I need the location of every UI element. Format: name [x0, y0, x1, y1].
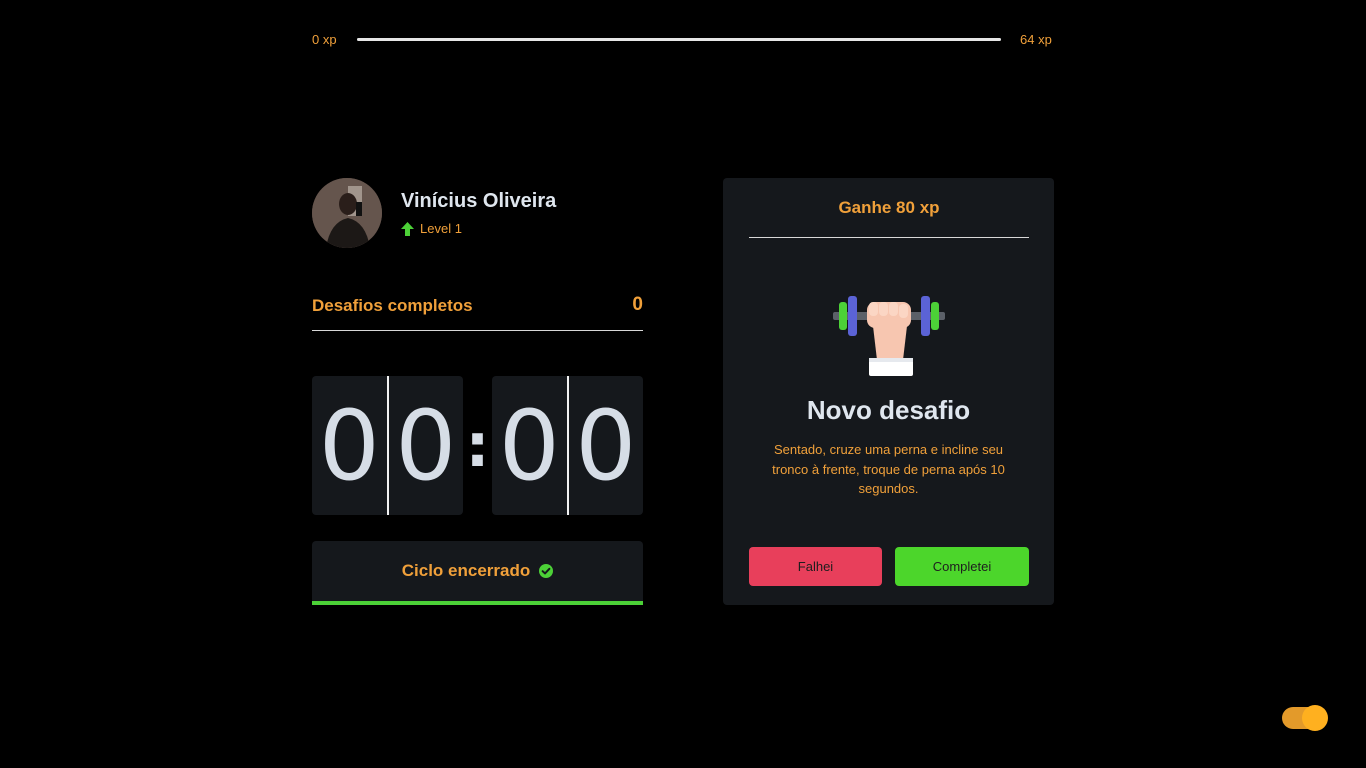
arrow-up-icon [401, 221, 414, 236]
completed-challenges-label: Desafios completos [312, 296, 473, 315]
second-digit-ones: 0 [566, 376, 644, 515]
check-circle-icon [539, 564, 554, 578]
level-label: Level 1 [420, 221, 462, 236]
xp-min-label: 0 xp [312, 32, 337, 47]
xp-progress-bar [357, 38, 1001, 41]
avatar-photo [312, 178, 382, 248]
theme-toggle[interactable] [1282, 705, 1328, 731]
minute-digit-tens: 0 [318, 389, 380, 502]
second-digit-tens: 0 [498, 389, 560, 502]
countdown-separator: : [465, 410, 490, 481]
complete-button[interactable]: Completei [895, 547, 1029, 586]
cycle-ended-label: Ciclo encerrado [401, 561, 531, 580]
countdown-minutes: 0 0 [312, 376, 463, 515]
cycle-ended-button[interactable]: Ciclo encerrado [312, 541, 643, 605]
completed-challenges: Desafios completos 0 [312, 294, 643, 331]
level-indicator: Level 1 [401, 221, 462, 236]
challenge-title: Novo desafio [806, 395, 971, 425]
minute-digit-ones: 0 [386, 376, 464, 515]
countdown-seconds: 0 0 [492, 376, 643, 515]
xp-max-label: 64 xp [1020, 32, 1052, 47]
toggle-knob [1302, 705, 1328, 731]
challenge-reward: Ganhe 80 xp [749, 178, 1029, 238]
fail-button[interactable]: Falhei [749, 547, 882, 586]
avatar [312, 178, 382, 248]
dumbbell-icon [833, 296, 945, 376]
challenge-description: Sentado, cruze uma perna e incline seu t… [772, 442, 1005, 496]
user-name: Vinícius Oliveira [401, 190, 557, 212]
xp-progress-fill [357, 38, 1001, 41]
completed-challenges-count: 0 [632, 294, 643, 315]
challenge-card: Ganhe 80 xp Novo desafio Sentado, cruze … [723, 178, 1054, 605]
